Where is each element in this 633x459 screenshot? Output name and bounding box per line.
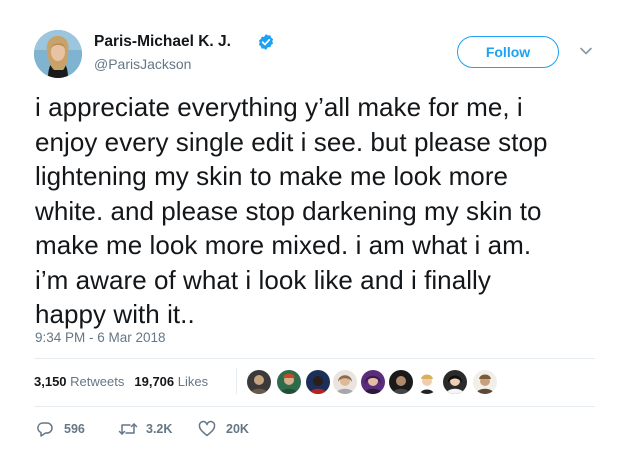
tweet-text-line: lightening my skin to make me look more — [35, 161, 509, 191]
heart-icon — [198, 420, 216, 437]
tweet-text-line: white. and please stop darkening my skin… — [35, 195, 542, 226]
like-count: 20K — [226, 422, 249, 436]
liker-avatar[interactable] — [333, 370, 357, 394]
tweet-text-line: i’m aware of what i look like and i fina… — [35, 264, 491, 295]
display-name[interactable]: Paris-Michael K. J. — [94, 33, 231, 51]
avatar[interactable] — [34, 30, 82, 78]
likes-count: 19,706 — [134, 374, 175, 389]
tweet-text-line: make me look more mixed. i am what i am. — [35, 230, 532, 260]
user-handle[interactable]: @ParisJackson — [94, 56, 191, 72]
liker-avatar[interactable] — [247, 370, 271, 394]
retweets-stat[interactable]: 3,150 Retweets — [34, 374, 124, 389]
reply-count: 596 — [64, 422, 85, 436]
likes-label: Likes — [177, 374, 209, 389]
retweet-icon — [118, 423, 138, 435]
like-button[interactable]: 20K — [198, 420, 258, 438]
engagement-stats: 3,150 Retweets 19,706 Likes — [34, 374, 208, 389]
liker-avatar[interactable] — [361, 370, 385, 394]
tweet-card: Paris-Michael K. J. @ParisJackson Follow… — [0, 0, 633, 459]
timestamp[interactable]: 9:34 PM - 6 Mar 2018 — [35, 330, 166, 345]
liker-avatar[interactable] — [443, 370, 467, 394]
verified-badge-icon — [258, 34, 274, 50]
liker-avatar[interactable] — [277, 370, 301, 394]
tweet-text-line: enjoy every single edit i see. but pleas… — [35, 126, 548, 157]
liker-avatar[interactable] — [306, 370, 330, 394]
liker-avatar[interactable] — [389, 370, 413, 394]
likes-stat[interactable]: 19,706 Likes — [134, 374, 208, 389]
tweet-text: i appreciate everything y’all make for m… — [35, 90, 605, 332]
retweets-count: 3,150 — [34, 374, 67, 389]
reply-icon — [37, 422, 53, 437]
liker-avatar[interactable] — [473, 370, 497, 394]
divider — [34, 406, 595, 407]
follow-button[interactable]: Follow — [457, 36, 559, 68]
liker-avatar[interactable] — [415, 370, 439, 394]
stats-separator — [236, 368, 237, 394]
retweet-count: 3.2K — [146, 422, 173, 436]
retweet-button[interactable]: 3.2K — [118, 420, 178, 438]
tweet-text-line: i appreciate everything y’all make for m… — [35, 92, 523, 122]
retweets-label: Retweets — [70, 374, 125, 389]
tweet-text-line: happy with it.. — [35, 299, 195, 329]
divider — [34, 358, 595, 359]
reply-button[interactable]: 596 — [36, 420, 96, 438]
chevron-down-icon[interactable] — [578, 45, 594, 57]
